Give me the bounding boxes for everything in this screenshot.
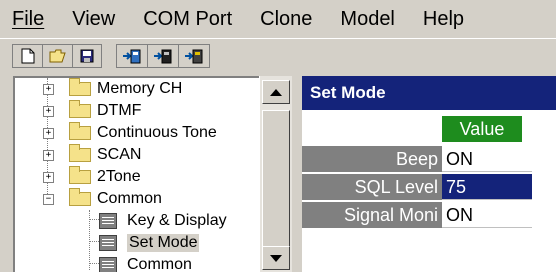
radio-read-icon[interactable] [148,45,179,67]
new-file-icon[interactable] [13,45,43,67]
tree-item-common[interactable]: Common [99,254,192,272]
tree-item-label: 2Tone [97,168,141,185]
folder-icon [69,100,91,118]
radio-write-icon[interactable] [117,45,148,67]
tree-item-label: Memory CH [97,80,183,97]
value-column-header: Value [442,116,522,142]
settings-page-icon [99,257,117,272]
menu-view[interactable]: View [72,0,115,38]
save-icon[interactable] [73,45,101,67]
settings-page-icon [99,213,117,229]
tree-item-label: Set Mode [127,234,200,252]
arrow-up-icon [270,88,282,96]
tree-item-set-mode[interactable]: Set Mode [99,232,200,254]
tree-item-memory-ch[interactable]: + Memory CH [43,78,182,100]
settings-panel: Set Mode Value Beep ON SQL Level 75 Sign… [302,76,556,272]
expand-icon[interactable]: + [43,84,54,95]
value-cell-signal-moni[interactable]: ON [442,202,532,228]
expand-icon[interactable]: + [43,128,54,139]
tree-item-label: Common [97,190,162,207]
tree-item-label: Continuous Tone [97,124,217,141]
folder-icon [69,78,91,96]
folder-icon [69,166,91,184]
menu-help[interactable]: Help [423,0,464,38]
tree-item-scan[interactable]: + SCAN [43,144,141,166]
menu-model[interactable]: Model [340,0,394,38]
row-label-sql-level: SQL Level [302,174,442,200]
menu-clone[interactable]: Clone [260,0,312,38]
tree-scrollbar[interactable] [259,76,292,272]
tree-item-label: Key & Display [127,212,227,229]
menu-com-port[interactable]: COM Port [143,0,232,38]
arrow-down-icon [270,254,282,262]
open-folder-icon[interactable] [43,45,73,67]
tree-item-label: DTMF [97,102,142,119]
tree-item-continuous-tone[interactable]: + Continuous Tone [43,122,217,144]
tree-item-label: Common [127,256,192,272]
row-label-beep: Beep [302,146,442,172]
radio-clone-icon[interactable] [179,45,209,67]
panel-title: Set Mode [302,76,556,110]
tree-item-label: SCAN [97,146,142,163]
tree-item-common-folder[interactable]: − Common [43,188,162,210]
row-label-signal-moni: Signal Moni [302,202,442,228]
scroll-thumb[interactable] [262,110,290,254]
collapse-icon[interactable]: − [43,194,54,205]
expand-icon[interactable]: + [43,150,54,161]
tree-item-dtmf[interactable]: + DTMF [43,100,141,122]
expand-icon[interactable]: + [43,106,54,117]
folder-icon [69,122,91,140]
value-cell-beep[interactable]: ON [442,146,532,172]
expand-icon[interactable]: + [43,172,54,183]
toolbar [0,38,556,72]
value-cell-sql-level[interactable]: 75 [442,174,532,200]
menu-file[interactable]: File [12,0,44,38]
menu-bar: File View COM Port Clone Model Help [0,0,556,38]
radio-toolbar-group [116,44,210,68]
folder-icon [69,188,91,206]
tree-item-2tone[interactable]: + 2Tone [43,166,141,188]
folder-icon [69,144,91,162]
tree-item-key-display[interactable]: Key & Display [99,210,227,232]
settings-page-icon [99,235,117,251]
scroll-up-button[interactable] [262,80,290,104]
file-toolbar-group [12,44,102,68]
scroll-down-button[interactable] [262,246,290,270]
tree-view[interactable]: + Memory CH + DTMF + Continuous Tone + S… [13,76,292,272]
